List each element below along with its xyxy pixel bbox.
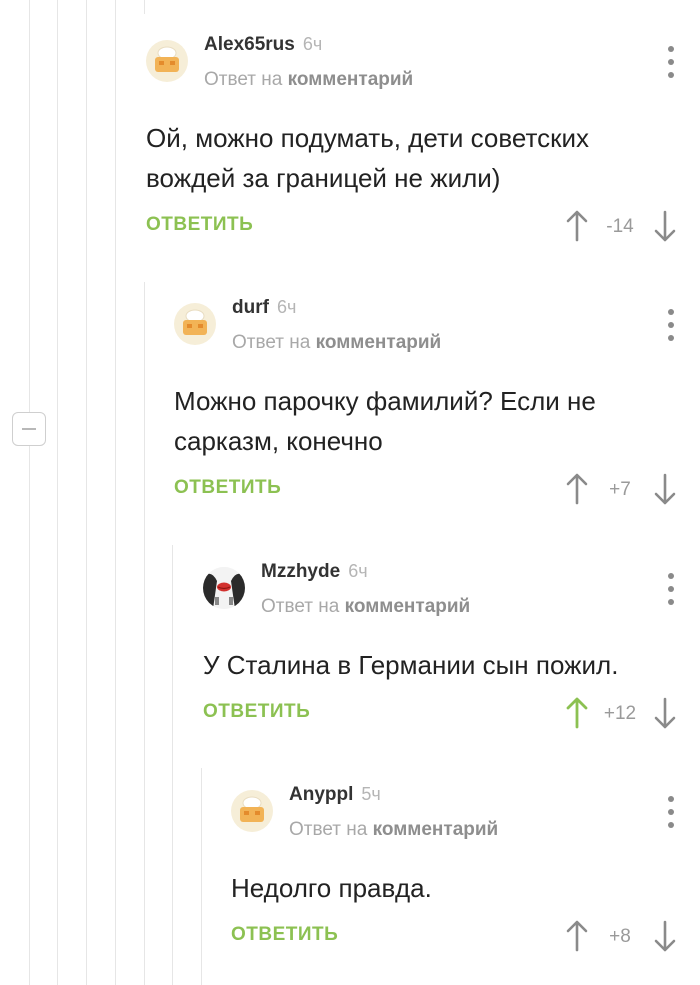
comment-time: 6ч: [276, 297, 297, 317]
default-chef-avatar[interactable]: [231, 790, 273, 832]
user-photo-avatar[interactable]: [203, 567, 245, 609]
author-name[interactable]: Anyppl 5ч: [289, 784, 381, 806]
default-chef-avatar[interactable]: [174, 303, 216, 345]
comment-text: У Сталина в Германии сын пожил.: [203, 650, 619, 680]
downvote-icon[interactable]: [654, 210, 676, 242]
downvote-icon[interactable]: [654, 697, 676, 729]
downvote-icon[interactable]: [654, 473, 676, 505]
collapse-thread-button[interactable]: [12, 412, 46, 446]
reply-to-link[interactable]: комментарий: [288, 69, 414, 90]
thread-line: [144, 282, 145, 985]
comment-time: 6ч: [302, 34, 323, 54]
rating-value: -14: [606, 216, 634, 237]
upvote-icon[interactable]: [566, 697, 588, 729]
author-name[interactable]: durf 6ч: [232, 297, 296, 319]
reply-to-link[interactable]: комментарий: [316, 332, 442, 353]
comment-time: 5ч: [361, 784, 381, 804]
reply-to-info: Ответ на комментарий: [289, 819, 499, 840]
rating-value: +8: [609, 926, 631, 947]
comment: Mzzhyde 6ч Ответ на комментарий У Сталина…: [203, 561, 700, 741]
thread-line: [115, 0, 116, 985]
comment-text: Можно парочку фамилий? Если не сарказм, …: [174, 386, 596, 456]
thread-line: [86, 0, 87, 985]
reply-to-info: Ответ на комментарий: [232, 332, 442, 353]
reply-to-link[interactable]: комментарий: [373, 819, 499, 840]
upvote-icon[interactable]: [566, 473, 588, 505]
reply-button[interactable]: ответить: [231, 924, 338, 946]
reply-button[interactable]: ответить: [174, 477, 281, 499]
comment: Anyppl 5ч Ответ на комментарий Недолго пр…: [231, 784, 700, 964]
rating-value: +7: [609, 479, 631, 500]
reply-button[interactable]: ответить: [203, 701, 310, 723]
reply-to-link[interactable]: комментарий: [345, 596, 471, 617]
rating-value: +12: [603, 703, 637, 724]
comment: durf 6ч Ответ на комментарий Можно парочк…: [174, 297, 700, 517]
thread-line: [29, 0, 30, 985]
downvote-icon[interactable]: [654, 920, 676, 952]
reply-button[interactable]: ответить: [146, 214, 253, 236]
reply-to-info: Ответ на комментарий: [204, 69, 414, 90]
thread-line: [172, 545, 173, 985]
comment-text: Ой, можно подумать, дети советских вожде…: [146, 123, 589, 193]
upvote-icon[interactable]: [566, 210, 588, 242]
thread-line: [201, 768, 202, 985]
comment-text: Недолго правда.: [231, 873, 432, 903]
default-chef-avatar[interactable]: [146, 40, 188, 82]
upvote-icon[interactable]: [566, 920, 588, 952]
comment-time: 6ч: [348, 561, 368, 581]
more-options-icon[interactable]: [666, 46, 676, 78]
comment: Alex65rus 6ч Ответ на комментарий Ой, мож…: [146, 34, 700, 254]
author-name[interactable]: Alex65rus 6ч: [204, 34, 322, 56]
author-name[interactable]: Mzzhyde 6ч: [261, 561, 368, 583]
thread-line: [144, 0, 145, 14]
more-options-icon[interactable]: [666, 796, 676, 828]
more-options-icon[interactable]: [666, 309, 676, 341]
thread-line: [57, 0, 58, 985]
more-options-icon[interactable]: [666, 573, 676, 605]
reply-to-info: Ответ на комментарий: [261, 596, 471, 617]
